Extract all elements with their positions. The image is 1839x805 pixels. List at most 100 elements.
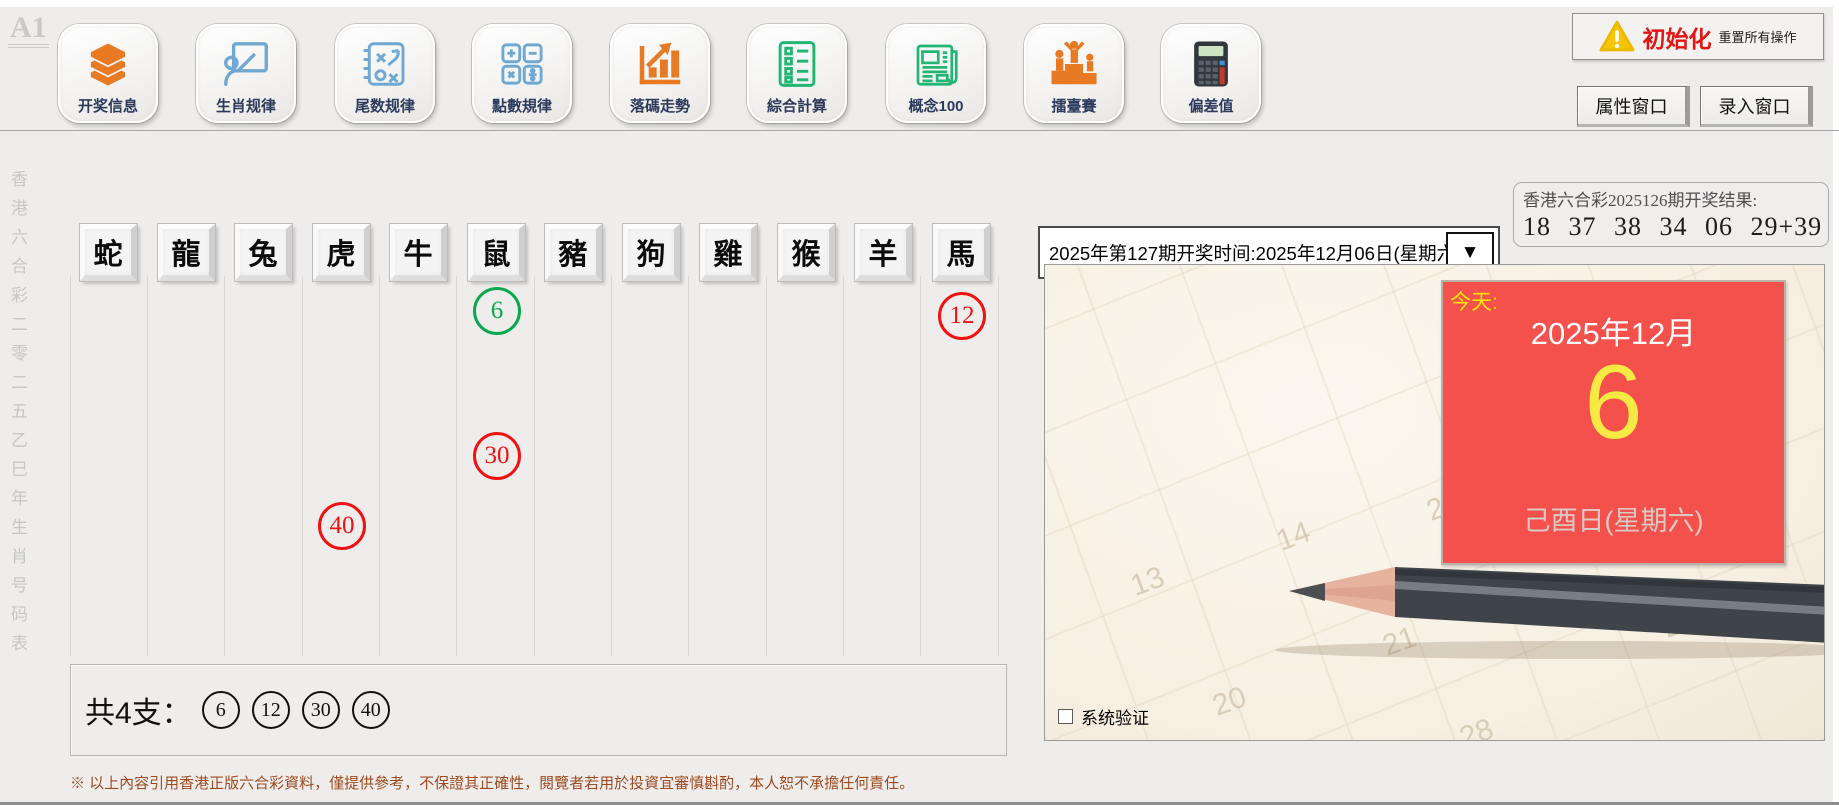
grid-line [224, 276, 225, 656]
summary-number: 12 [260, 698, 281, 721]
zodiac-button-pig[interactable]: 豬 [545, 224, 602, 281]
top-strip [0, 0, 1839, 7]
summary-number-badge: 30 [301, 691, 340, 729]
result-title: 香港六合彩2025126期开奖结果: [1523, 191, 1758, 210]
summary-number-badge: 12 [251, 691, 290, 729]
grid-line [688, 276, 689, 656]
calendar-panel: 13 14 22 21 20 29 28 今天: 2025年12月 6 己酉日(… [1044, 264, 1825, 741]
calendar-watermark: 13 [1126, 560, 1169, 603]
toolbar-button-label: 概念100 [908, 98, 964, 115]
toolbar-button-lottery-info[interactable]: 开奖信息 [58, 24, 158, 123]
result-box: 香港六合彩2025126期开奖结果: 18 37 38 34 06 29+39 [1513, 182, 1829, 247]
toolbar-button-label: 綜合計算 [766, 98, 827, 115]
zodiac-button-rooster[interactable]: 雞 [700, 224, 757, 281]
zodiac-button-rabbit[interactable]: 兔 [235, 224, 292, 281]
today-ganzhi: 己酉日(星期六) [1523, 506, 1704, 536]
system-verify-row[interactable]: 系统验证 [1058, 704, 1149, 729]
grid-mark-40: 40 [318, 502, 366, 550]
disclaimer-text: ※ 以上內容引用香港正版六合彩資料，僅提供參考，不保證其正確性，閱覽者若用於投資… [70, 775, 915, 792]
summary-number: 6 [215, 698, 226, 721]
today-day: 6 [1584, 344, 1643, 461]
zodiac-button-horse[interactable]: 馬 [933, 224, 990, 281]
calendar-watermark: 28 [1455, 712, 1498, 741]
toolbar-button-composite-calc[interactable]: 綜合計算 [747, 24, 847, 123]
summary-label: 共4支： [85, 697, 192, 730]
grid-line [920, 276, 921, 656]
zodiac-label: 蛇 [93, 239, 123, 271]
grid-mark-30: 30 [473, 432, 521, 480]
toolbar-button-label: 开奖信息 [77, 98, 138, 115]
zodiac-label: 龍 [171, 239, 201, 271]
app-window: A1 开奖信息 生肖规律 尾数规律 點數規律 落碼走勢 綜合計算 概念100 擂… [0, 0, 1839, 805]
zodiac-label: 狗 [636, 239, 666, 271]
zodiac-label: 鼠 [481, 239, 511, 271]
today-card: 今天: 2025年12月 6 己酉日(星期六) [1441, 280, 1786, 565]
toolbar-button-zodiac-rules[interactable]: 生肖规律 [196, 24, 296, 123]
zodiac-button-tiger[interactable]: 虎 [313, 224, 370, 281]
grid-line [70, 276, 71, 656]
entry-window-label: 录入窗口 [1718, 96, 1791, 117]
checklist-icon [770, 33, 824, 95]
zodiac-button-ox[interactable]: 牛 [390, 224, 447, 281]
books-icon [81, 33, 135, 95]
zodiac-label: 豬 [558, 239, 588, 271]
zodiac-label: 羊 [868, 239, 898, 271]
podium-icon [1047, 33, 1101, 95]
presenter-icon [219, 33, 273, 95]
grid-line [766, 276, 767, 656]
grid-mark-number: 6 [490, 297, 504, 324]
zodiac-label: 兔 [248, 239, 278, 271]
vertical-caption: 香港六合彩二零二五乙巳年生肖号码表 [8, 170, 27, 663]
zodiac-label: 虎 [326, 239, 356, 271]
calculator-icon [1184, 33, 1238, 95]
init-button[interactable]: 初始化 重置所有操作 [1572, 13, 1824, 60]
grid-line [534, 276, 535, 656]
toolbar-button-label: 落碼走勢 [629, 98, 690, 115]
grid-line [611, 276, 612, 656]
right-strip [1833, 0, 1839, 802]
toolbar-divider [0, 130, 1839, 131]
grid-line [843, 276, 844, 656]
init-subtitle: 重置所有操作 [1718, 30, 1797, 45]
newspaper-icon [909, 33, 963, 95]
entry-window-button[interactable]: 录入窗口 [1700, 86, 1813, 127]
grid-mark-number: 40 [329, 512, 355, 539]
calendar-watermark: 20 [1208, 680, 1251, 723]
system-verify-checkbox[interactable] [1058, 709, 1073, 724]
summary-box: 共4支： 6 12 30 40 [70, 664, 1007, 756]
zodiac-button-goat[interactable]: 羊 [855, 224, 912, 281]
grid-mark-number: 30 [484, 442, 510, 469]
warning-icon [1599, 20, 1636, 53]
toolbar-button-label: 擂臺賽 [1051, 98, 1097, 115]
toolbar-button-tail-rules[interactable]: 尾数规律 [335, 24, 435, 123]
summary-number: 30 [310, 698, 331, 721]
toolbar-button-label: 偏差值 [1188, 98, 1234, 115]
zodiac-button-dragon[interactable]: 龍 [158, 224, 215, 281]
toolbar-button-trend[interactable]: 落碼走勢 [610, 24, 710, 123]
zodiac-label: 馬 [946, 239, 976, 271]
summary-number-badge: 40 [351, 691, 390, 729]
zodiac-button-dog[interactable]: 狗 [623, 224, 680, 281]
toolbar-button-points-rules[interactable]: 點數規律 [472, 24, 572, 123]
summary-number: 40 [360, 698, 381, 721]
corner-label: A1 [8, 12, 49, 48]
zodiac-button-monkey[interactable]: 猴 [778, 224, 835, 281]
system-verify-label: 系统验证 [1081, 709, 1149, 728]
zodiac-label: 雞 [713, 239, 743, 271]
summary-number-badge: 6 [201, 691, 240, 729]
toolbar-button-label: 生肖规律 [215, 98, 276, 115]
zodiac-label: 牛 [403, 239, 433, 271]
toolbar-button-deviation[interactable]: 偏差值 [1161, 24, 1261, 123]
zodiac-button-snake[interactable]: 蛇 [80, 224, 137, 281]
toolbar-button-arena[interactable]: 擂臺賽 [1024, 24, 1124, 123]
grid-line [302, 276, 303, 656]
properties-window-label: 属性窗口 [1595, 96, 1668, 117]
toolbar-button-label: 點數規律 [491, 98, 552, 115]
strategy-icon [358, 33, 412, 95]
grid-mark-12: 12 [938, 292, 986, 340]
properties-window-button[interactable]: 属性窗口 [1577, 86, 1690, 127]
result-numbers: 18 37 38 34 06 29+39 [1523, 212, 1823, 241]
zodiac-button-rat[interactable]: 鼠 [468, 224, 525, 281]
toolbar-button-concept-100[interactable]: 概念100 [886, 24, 986, 123]
init-title: 初始化 [1642, 25, 1712, 52]
